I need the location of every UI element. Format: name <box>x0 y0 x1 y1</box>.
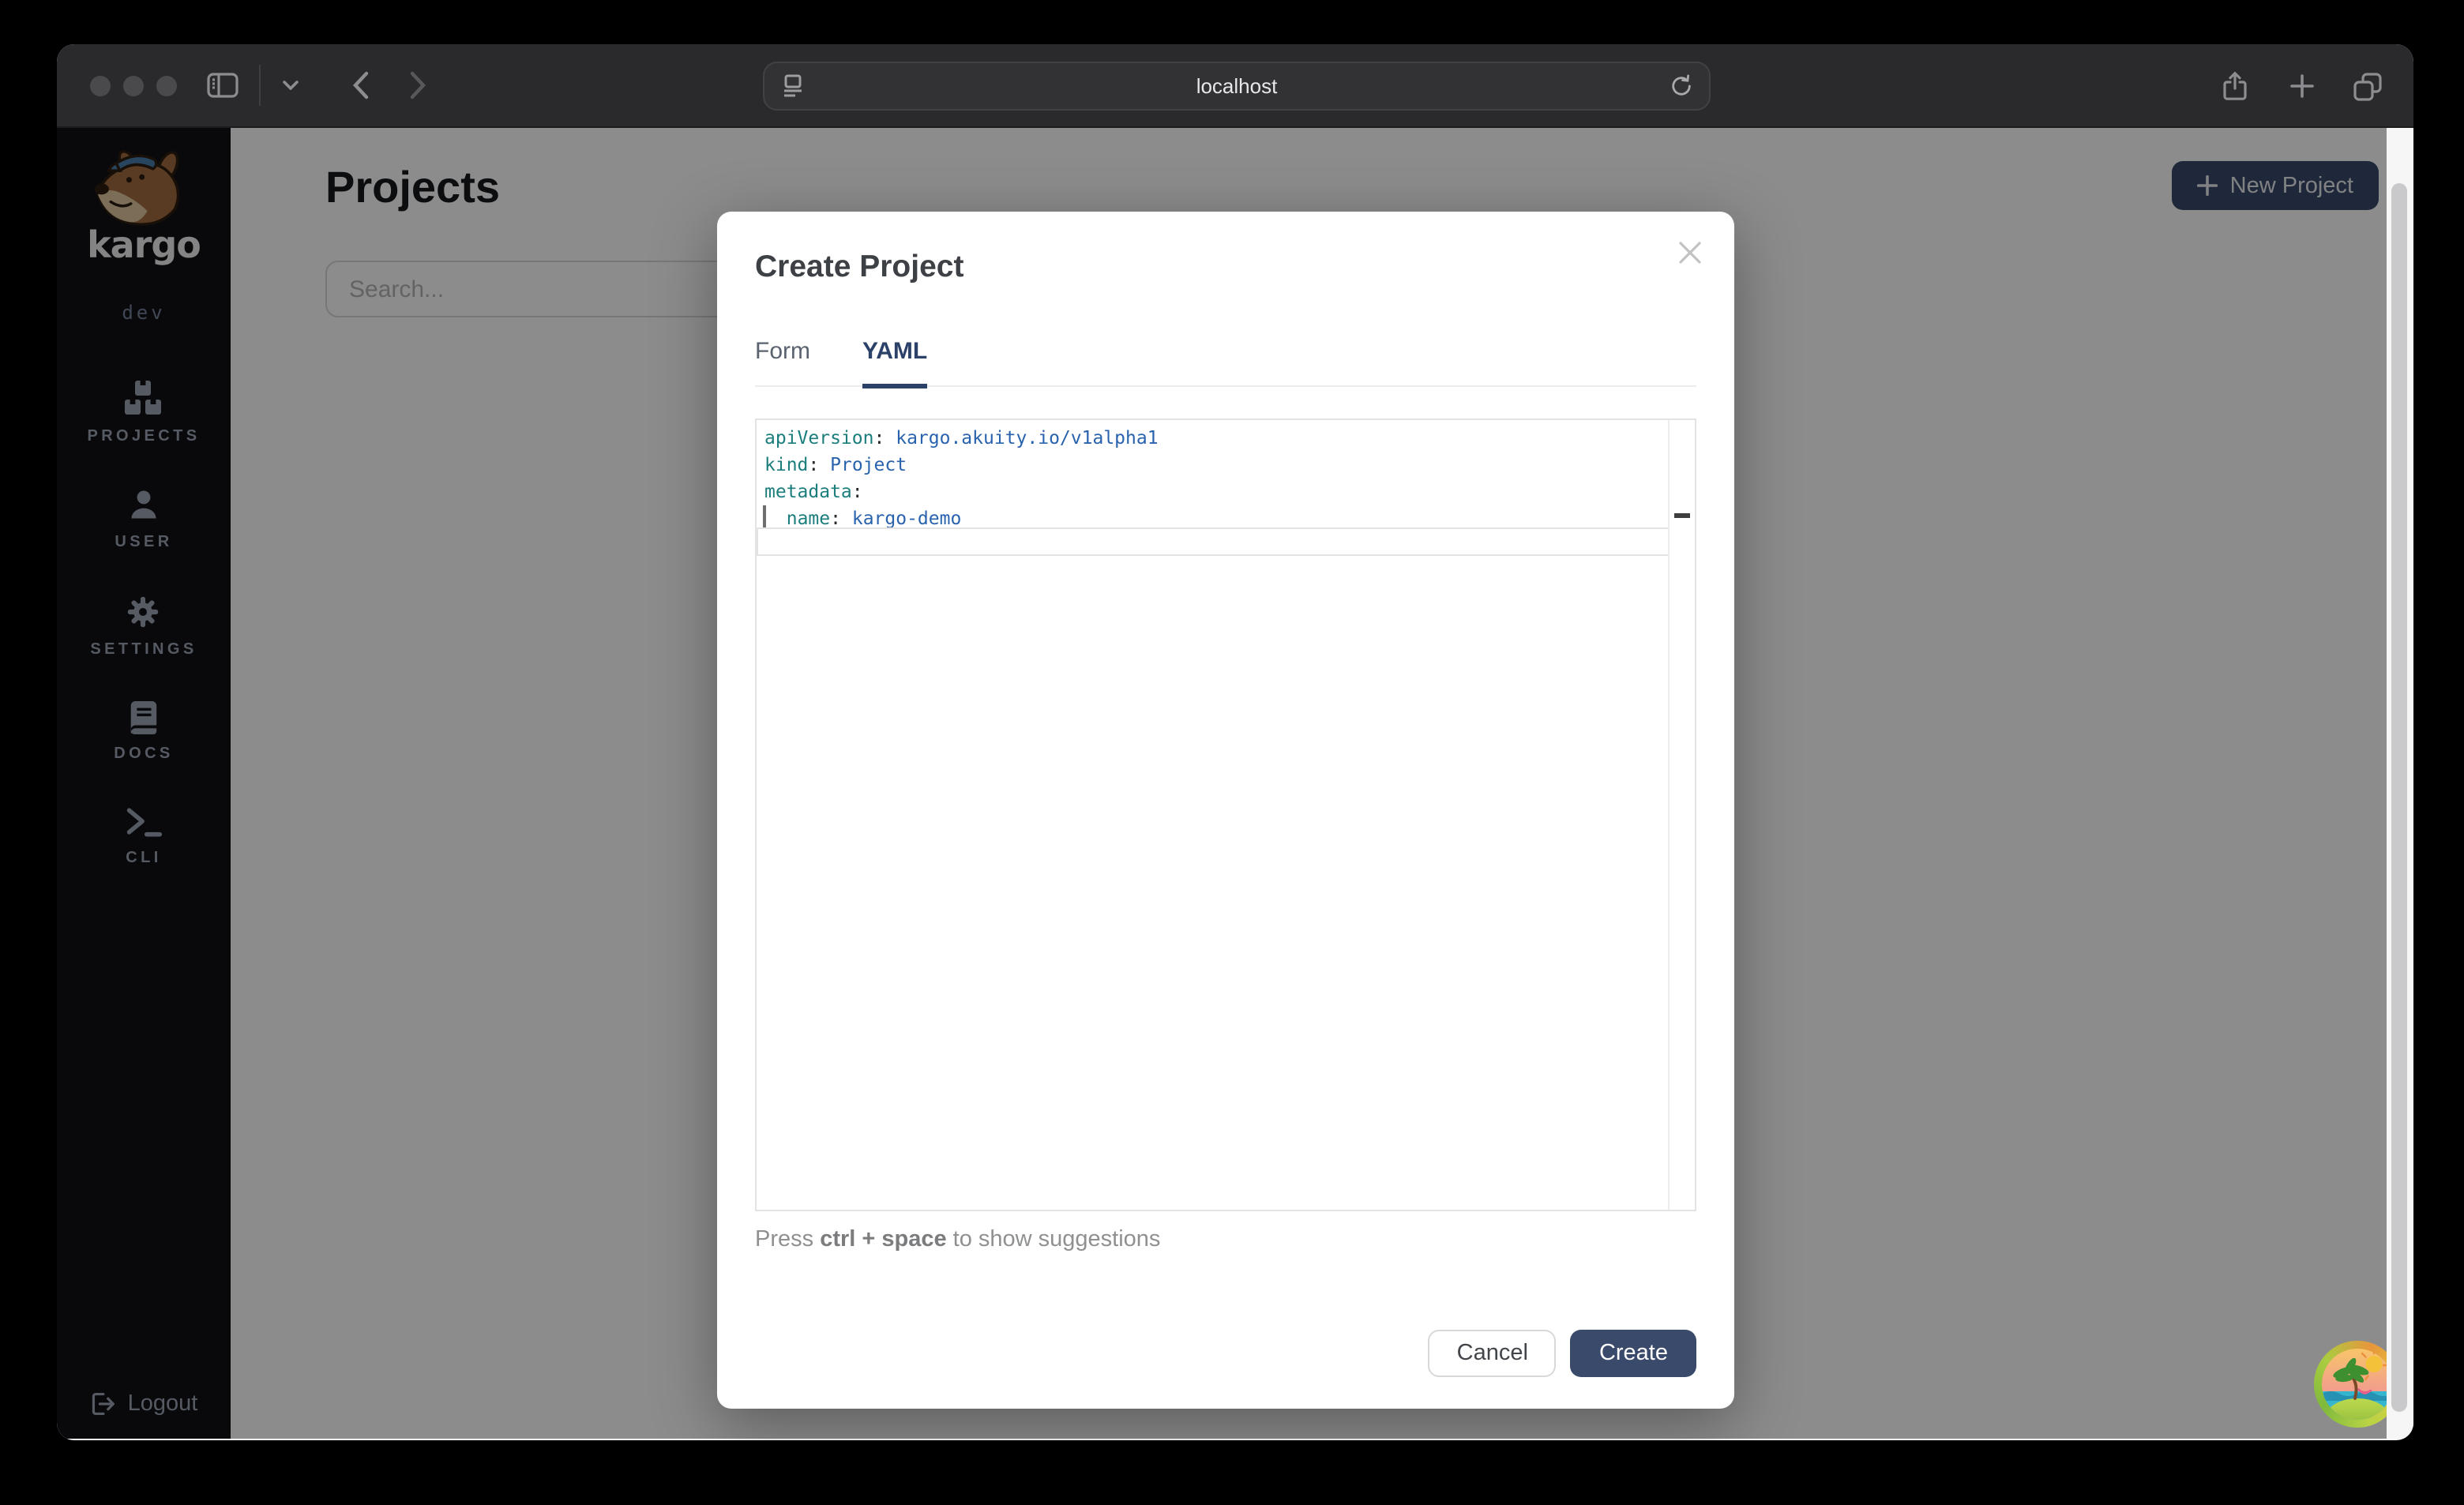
tab-overview-button[interactable] <box>2344 62 2391 110</box>
chevron-down-icon <box>283 81 299 90</box>
modal-tabs: Form YAML <box>755 338 1696 387</box>
hint-prefix: Press <box>755 1227 820 1252</box>
reload-icon <box>1670 74 1693 98</box>
app-page: kargo dev PROJECTS <box>57 128 2413 1439</box>
forward-button[interactable] <box>393 62 441 109</box>
editor-overview-ruler <box>1668 420 1670 1210</box>
tab-form[interactable]: Form <box>755 338 810 385</box>
sidebar-toggle-icon <box>207 73 239 98</box>
tabs-overview-icon <box>2353 72 2382 100</box>
address-bar[interactable]: localhost <box>763 62 1711 111</box>
minimize-window-button[interactable] <box>123 75 144 96</box>
share-icon <box>2222 71 2248 101</box>
code-line: metadata: <box>764 479 1663 505</box>
toolbar-separator <box>259 65 261 106</box>
editor-cursor-ruler-mark <box>1674 513 1690 518</box>
back-chevron-icon <box>351 71 369 99</box>
browser-toolbar: localhost <box>57 44 2413 128</box>
tab-yaml[interactable]: YAML <box>862 338 927 388</box>
share-button[interactable] <box>2211 62 2259 110</box>
code-line: apiVersion: kargo.akuity.io/v1alpha1 <box>764 425 1663 452</box>
sidebar-toggle-button[interactable] <box>199 62 246 109</box>
hint-suffix: to show suggestions <box>947 1227 1161 1252</box>
back-button[interactable] <box>336 62 384 109</box>
modal-title: Create Project <box>755 212 1696 286</box>
address-text: localhost <box>764 74 1709 98</box>
modal-close-button[interactable] <box>1677 240 1703 265</box>
traffic-lights <box>90 75 177 96</box>
plus-icon <box>2289 74 2313 98</box>
scrollbar-thumb[interactable] <box>2391 183 2407 1412</box>
sidebar-menu-chevron-button[interactable] <box>267 62 314 109</box>
yaml-editor[interactable]: apiVersion: kargo.akuity.io/v1alpha1kind… <box>755 418 1696 1211</box>
hint-keys: ctrl + space <box>820 1227 946 1252</box>
browser-window: localhost <box>57 44 2413 1440</box>
close-window-button[interactable] <box>90 75 111 96</box>
modal-footer: Cancel Create <box>1429 1330 1696 1377</box>
code-line: kind: Project <box>764 452 1663 479</box>
code-lines: apiVersion: kargo.akuity.io/v1alpha1kind… <box>757 420 1695 532</box>
create-button[interactable]: Create <box>1571 1330 1696 1377</box>
island-scene-icon <box>2322 1349 2393 1420</box>
editor-hint: Press ctrl + space to show suggestions <box>755 1227 1696 1252</box>
close-icon <box>1677 240 1703 265</box>
new-tab-button[interactable] <box>2278 62 2325 110</box>
editor-active-line <box>757 527 1670 556</box>
reload-button[interactable] <box>1670 74 1693 98</box>
forward-chevron-icon <box>408 71 426 99</box>
cancel-button[interactable]: Cancel <box>1429 1330 1557 1377</box>
zoom-window-button[interactable] <box>156 75 177 96</box>
page-settings-icon[interactable] <box>782 74 804 98</box>
create-project-modal: Create Project Form YAML apiVersion: kar… <box>717 212 1734 1409</box>
page-scrollbar <box>2387 128 2413 1439</box>
